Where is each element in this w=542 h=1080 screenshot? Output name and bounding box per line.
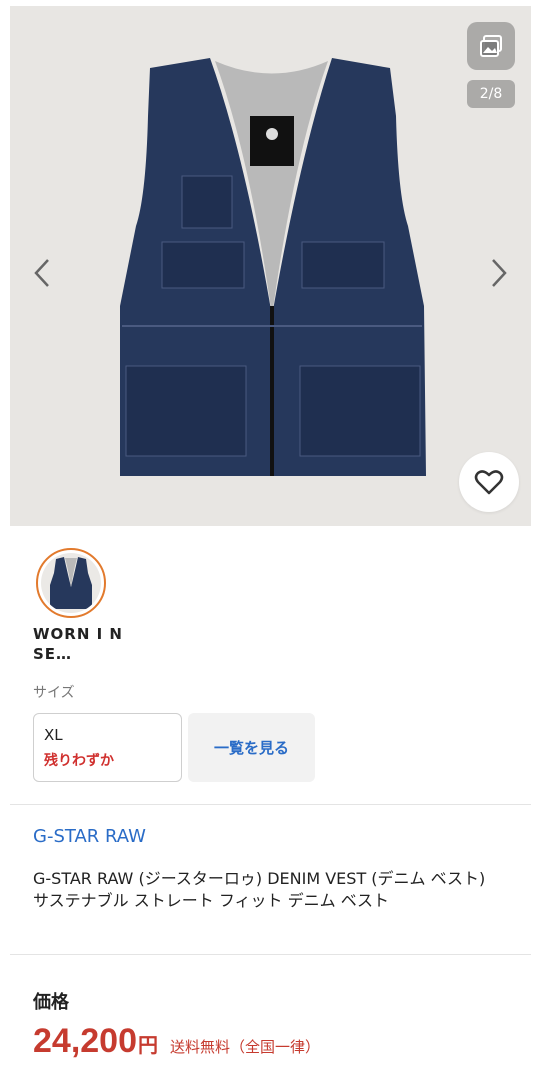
shipping-info: 送料無料（全国一律） <box>170 1038 321 1056</box>
brand-link[interactable]: G-STAR RAW <box>33 826 146 847</box>
size-option-xl[interactable]: XL 残りわずか <box>33 713 182 782</box>
product-image <box>120 58 426 476</box>
color-swatch-label: WORN I N SE… <box>33 625 123 663</box>
chevron-right-icon[interactable] <box>487 256 511 290</box>
color-swatch-thumbnail <box>50 557 92 609</box>
size-heading: サイズ <box>33 685 75 701</box>
image-counter: 2/8 <box>467 80 515 108</box>
color-swatch[interactable] <box>36 548 106 618</box>
price-currency: 円 <box>138 1033 158 1057</box>
product-title: G-STAR RAW (ジースターロゥ) DENIM VEST (デニム ベスト… <box>33 869 486 910</box>
heart-icon <box>474 470 504 495</box>
divider <box>10 954 531 955</box>
stock-status: 残りわずか <box>44 753 114 769</box>
divider <box>10 804 531 805</box>
product-image-gallery[interactable]: 2/8 <box>10 6 531 526</box>
size-value: XL <box>44 726 63 744</box>
view-all-sizes-button[interactable]: 一覧を見る <box>188 713 315 782</box>
gallery-icon <box>480 35 502 57</box>
price-heading: 価格 <box>33 992 69 1013</box>
price-value: 24,200 <box>33 1022 137 1060</box>
favorite-button[interactable] <box>459 452 519 512</box>
chevron-left-icon[interactable] <box>30 256 54 290</box>
price-row: 24,200 円 送料無料（全国一律） <box>33 1022 320 1061</box>
gallery-view-button[interactable] <box>467 22 515 70</box>
